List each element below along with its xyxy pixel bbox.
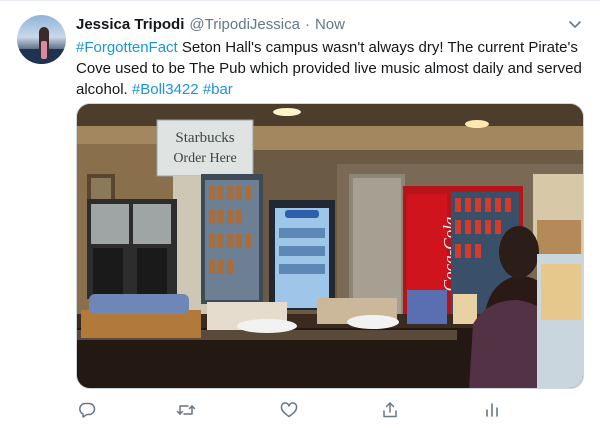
hashtag-forgottenfact[interactable]: #ForgottenFact xyxy=(76,39,178,56)
reply-icon[interactable] xyxy=(76,399,98,421)
author-handle[interactable]: @TripodiJessica xyxy=(189,16,300,33)
like-icon[interactable] xyxy=(278,399,300,421)
starbucks-sign-line2: Order Here xyxy=(173,151,236,166)
tweet-card[interactable]: Jessica Tripodi @TripodiJessica · Now #F… xyxy=(0,0,600,428)
tweet-text: #ForgottenFact Seton Hall's campus wasn'… xyxy=(76,37,586,100)
starbucks-sign-line1: Starbucks xyxy=(175,130,234,146)
avatar[interactable] xyxy=(17,15,66,64)
separator-dot: · xyxy=(304,15,310,33)
hashtag-bar[interactable]: #bar xyxy=(203,81,233,98)
tweet-actions xyxy=(76,399,506,421)
tweet-timestamp[interactable]: Now xyxy=(315,16,345,33)
author-name[interactable]: Jessica Tripodi xyxy=(76,16,184,33)
hashtag-boll3422[interactable]: #Boll3422 xyxy=(132,81,199,98)
chevron-down-icon[interactable] xyxy=(566,15,584,33)
avatar-dress xyxy=(41,41,47,59)
analytics-icon[interactable] xyxy=(481,399,503,421)
retweet-icon[interactable] xyxy=(175,399,197,421)
share-icon[interactable] xyxy=(379,399,401,421)
tweet-header: Jessica Tripodi @TripodiJessica · Now xyxy=(76,14,560,34)
tweet-photo[interactable]: Starbucks Order Here Coca-Cola xyxy=(76,103,584,389)
